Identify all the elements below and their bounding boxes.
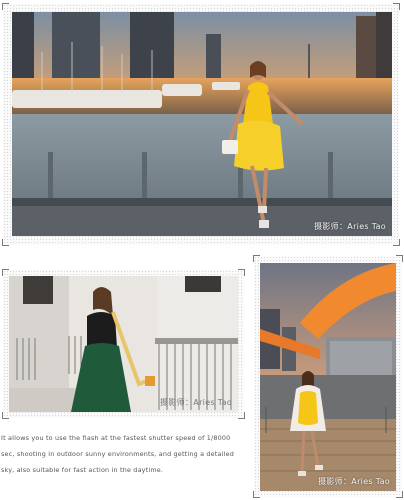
bridge-photo-image [260,263,396,491]
frame-corner-mark [2,239,9,246]
frame-corner-mark [238,269,245,276]
frame-corner-mark [393,3,400,10]
photo-caption: It allows you to use the flash at the fa… [1,434,234,474]
frame-corner-mark [253,491,260,498]
frame-corner-mark [393,239,400,246]
frame-corner-mark [396,255,403,262]
frame-corner-mark [2,412,9,419]
frame-corner-mark [253,255,260,262]
frame-corner-mark [2,3,9,10]
photo-harbor[interactable]: 摄影师：Aries Tao [12,12,392,236]
frame-corner-mark [396,491,403,498]
street-photo-image [9,276,238,412]
frame-corner-mark [2,269,9,276]
harbor-photo-image [12,12,392,236]
photo-credit: 摄影师：Aries Tao [314,222,386,231]
photo-credit: 摄影师：Aries Tao [318,477,390,486]
photo-bridge[interactable]: 摄影师：Aries Tao [260,263,396,491]
frame-corner-mark [238,412,245,419]
photo-street[interactable]: 摄影师：Aries Tao [9,276,238,412]
photo-credit: 摄影师：Aries Tao [160,398,232,407]
